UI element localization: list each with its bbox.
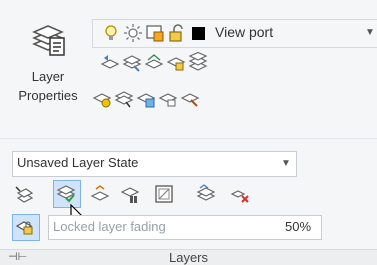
layer-properties-icon (28, 18, 68, 58)
layer-walk-icon-2[interactable] (120, 184, 140, 204)
layer-isolate-icon[interactable] (122, 52, 142, 72)
lightbulb-icon[interactable] (101, 23, 121, 43)
layer-unlock-icon[interactable] (158, 88, 178, 108)
layer-control-dropdown[interactable]: View port ▼ (92, 19, 377, 48)
layer-properties-label-1: Layer (31, 69, 65, 84)
make-current-icon[interactable] (14, 184, 34, 204)
layer-match-icon[interactable] (114, 88, 134, 108)
copy-objects-icon[interactable] (90, 184, 110, 204)
layer-color-swatch (192, 27, 205, 40)
layer-lock-icon[interactable] (166, 52, 186, 72)
layer-state-value: Unsaved Layer State (17, 155, 139, 170)
match-to-current-icon[interactable] (56, 184, 76, 204)
layer-freeze-icon[interactable] (136, 88, 156, 108)
layer-state-dropdown[interactable]: Unsaved Layer State ▼ (12, 151, 297, 177)
vp-freeze-icon[interactable] (154, 184, 174, 204)
lock-icon[interactable] (167, 23, 187, 43)
locked-layer-fading-icon[interactable] (15, 216, 35, 236)
merge-layers-icon[interactable] (196, 184, 216, 204)
layer-change-icon[interactable] (180, 88, 200, 108)
layer-walk-icon[interactable] (144, 52, 164, 72)
freeze-viewport-icon[interactable] (145, 23, 165, 43)
layer-merge-icon[interactable] (188, 52, 208, 72)
panel-footer: ⊣⊢ Layers (0, 249, 377, 265)
locked-layer-fading-label: Locked layer fading (53, 219, 166, 234)
panel-title: Layers (168, 250, 209, 265)
chevron-down-icon[interactable]: ▼ (281, 158, 291, 169)
layer-off-icon[interactable] (92, 88, 112, 108)
locked-layer-fading-value: 50% (285, 219, 312, 234)
sun-icon[interactable] (123, 23, 143, 43)
current-layer-name: View port (215, 24, 274, 40)
panel-divider (0, 138, 377, 139)
layer-properties-label-2: Properties (18, 88, 78, 103)
layer-properties-button[interactable]: Layer Properties (12, 14, 84, 122)
layer-previous-icon[interactable] (100, 52, 120, 72)
chevron-down-icon[interactable]: ▼ (365, 27, 375, 38)
locked-layer-fading-slider[interactable]: Locked layer fading 50% (48, 215, 322, 240)
delete-layer-icon[interactable] (230, 184, 250, 204)
